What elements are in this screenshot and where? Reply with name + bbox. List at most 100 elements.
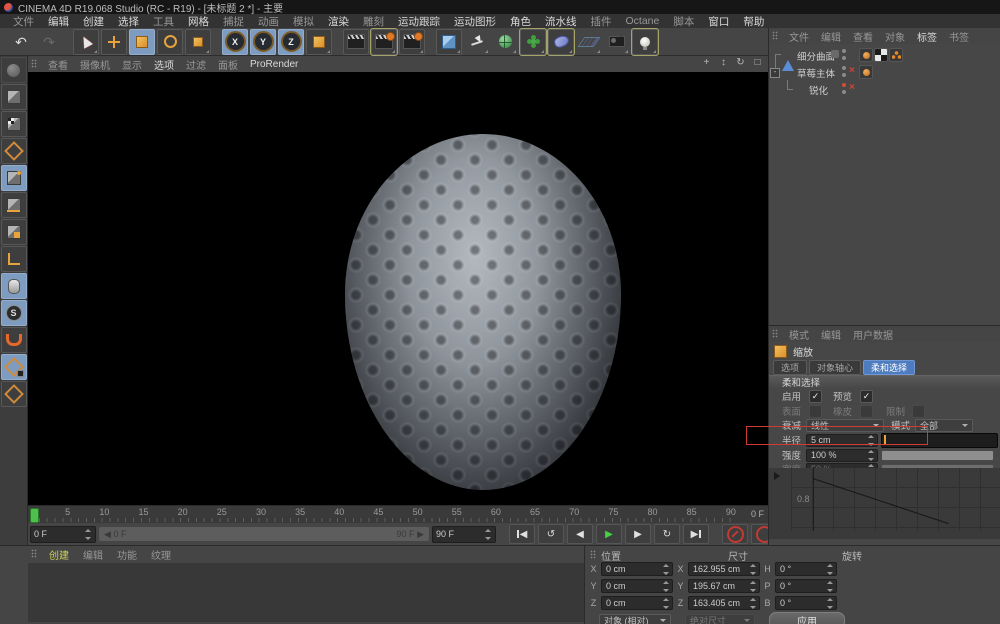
strength-spinner[interactable]: 100 % bbox=[806, 449, 878, 462]
rot-h-input[interactable]: 0 ° bbox=[775, 562, 837, 576]
disabled-cross-icon[interactable]: × bbox=[849, 82, 855, 93]
loop-mode-button[interactable]: ↻ bbox=[654, 524, 680, 544]
om-menu-view[interactable]: 查看 bbox=[847, 29, 879, 44]
menu-help[interactable]: 帮助 bbox=[736, 14, 771, 29]
material-list-area[interactable] bbox=[28, 563, 584, 622]
timeline-ruler[interactable]: 0 5 10 15 20 25 30 35 40 45 50 55 60 65 … bbox=[28, 505, 768, 523]
mat-menu-create[interactable]: 创建 bbox=[42, 547, 76, 562]
menu-pipeline[interactable]: 流水线 bbox=[538, 14, 584, 29]
menu-script[interactable]: 脚本 bbox=[666, 14, 701, 29]
scale-tool-button[interactable] bbox=[129, 29, 155, 55]
modeling-objects-button[interactable] bbox=[520, 29, 546, 55]
next-frame-button[interactable]: ▶ bbox=[625, 524, 651, 544]
soft-selection-section-header[interactable]: 柔和选择 bbox=[769, 375, 1000, 388]
coordinate-mode-dropdown[interactable]: 对象 (相对) bbox=[599, 614, 671, 624]
menu-edit[interactable]: 编辑 bbox=[41, 14, 76, 29]
menu-render[interactable]: 渲染 bbox=[321, 14, 356, 29]
panel-grip-icon[interactable] bbox=[31, 59, 37, 68]
light-button[interactable] bbox=[632, 29, 658, 55]
frame-range-slider[interactable]: ◀ 0 F 90 F ▶ bbox=[99, 527, 429, 541]
record-keyframe-button[interactable] bbox=[722, 524, 748, 544]
size-mode-dropdown[interactable]: 绝对尺寸 bbox=[685, 614, 755, 624]
add-primitive-button[interactable] bbox=[436, 29, 462, 55]
undo-button[interactable]: ↶ bbox=[8, 29, 34, 55]
edges-mode-button[interactable] bbox=[1, 192, 27, 218]
mat-menu-function[interactable]: 功能 bbox=[110, 547, 144, 562]
vp-menu-cameras[interactable]: 摄像机 bbox=[74, 57, 116, 72]
menu-sculpt[interactable]: 雕刻 bbox=[356, 14, 391, 29]
play-button[interactable]: ▶ bbox=[596, 524, 622, 544]
menu-window[interactable]: 窗口 bbox=[701, 14, 736, 29]
am-menu-edit[interactable]: 编辑 bbox=[815, 327, 847, 342]
menu-character[interactable]: 角色 bbox=[503, 14, 538, 29]
texture-tag-icon[interactable] bbox=[874, 48, 888, 62]
radius-spinner[interactable]: 5 cm bbox=[806, 434, 878, 447]
falloff-dropdown[interactable]: 线性 bbox=[806, 419, 884, 432]
mode-dropdown[interactable]: 全部 bbox=[915, 419, 973, 432]
om-menu-tags[interactable]: 标签 bbox=[911, 29, 943, 44]
size-y-input[interactable]: 195.67 cm bbox=[688, 579, 760, 593]
camera-button[interactable] bbox=[604, 29, 630, 55]
mat-menu-edit[interactable]: 编辑 bbox=[76, 547, 110, 562]
rotate-view-icon[interactable]: ↻ bbox=[734, 57, 747, 68]
points-mode-button[interactable] bbox=[1, 165, 27, 191]
viewport-solo-button[interactable] bbox=[1, 273, 27, 299]
menu-octane[interactable]: Octane bbox=[619, 15, 667, 27]
viewport-canvas[interactable] bbox=[28, 72, 768, 505]
vp-menu-prorender[interactable]: ProRender bbox=[244, 59, 304, 70]
panel-grip-icon[interactable] bbox=[31, 549, 37, 558]
enable-checkbox[interactable]: ✓ bbox=[809, 390, 822, 403]
go-to-start-button[interactable]: ◀ bbox=[509, 524, 535, 544]
layer-box[interactable] bbox=[831, 50, 839, 58]
panel-grip-icon[interactable] bbox=[772, 31, 778, 40]
menu-motion-tracker[interactable]: 运动跟踪 bbox=[391, 14, 447, 29]
expand-arrow-icon[interactable] bbox=[774, 472, 784, 480]
pan-view-icon[interactable]: + bbox=[700, 57, 713, 68]
end-frame-spinner[interactable]: 90 F bbox=[432, 526, 496, 543]
visibility-dots[interactable] bbox=[842, 83, 846, 94]
generators-button[interactable] bbox=[492, 29, 518, 55]
strength-slider[interactable] bbox=[881, 450, 994, 461]
collapse-icon[interactable]: - bbox=[770, 68, 780, 78]
lock-y-button[interactable]: Y bbox=[250, 29, 276, 55]
object-name[interactable]: 细分曲面 bbox=[797, 49, 835, 63]
vp-menu-options[interactable]: 选项 bbox=[148, 57, 180, 72]
environment-button[interactable] bbox=[576, 29, 602, 55]
workplane-snap-button[interactable] bbox=[1, 381, 27, 407]
live-selection-button[interactable] bbox=[73, 29, 99, 55]
menu-select[interactable]: 选择 bbox=[111, 14, 146, 29]
menu-plugins[interactable]: 插件 bbox=[584, 14, 619, 29]
falloff-curve-editor[interactable]: 0.8 bbox=[769, 468, 1000, 539]
texture-mode-button[interactable] bbox=[1, 111, 27, 137]
mat-menu-texture[interactable]: 纹理 bbox=[144, 547, 178, 562]
make-editable-button[interactable] bbox=[1, 57, 27, 83]
render-view-button[interactable] bbox=[343, 29, 369, 55]
size-x-input[interactable]: 162.955 cm bbox=[688, 562, 760, 576]
menu-animate[interactable]: 动画 bbox=[251, 14, 286, 29]
spline-pen-button[interactable] bbox=[464, 29, 490, 55]
om-menu-objects[interactable]: 对象 bbox=[879, 29, 911, 44]
lock-workplane-button[interactable] bbox=[1, 354, 27, 380]
vp-menu-panel[interactable]: 面板 bbox=[212, 57, 244, 72]
selection-tag-icon[interactable] bbox=[889, 48, 903, 62]
deformers-button[interactable] bbox=[548, 29, 574, 55]
rubber-checkbox[interactable] bbox=[860, 405, 873, 418]
coordinate-system-button[interactable] bbox=[306, 29, 332, 55]
pos-z-input[interactable]: 0 cm bbox=[601, 596, 673, 610]
om-menu-edit[interactable]: 编辑 bbox=[815, 29, 847, 44]
lock-x-button[interactable]: X bbox=[222, 29, 248, 55]
redo-button[interactable]: ↷ bbox=[36, 29, 62, 55]
radius-text-input[interactable] bbox=[881, 433, 998, 448]
tab-options[interactable]: 选项 bbox=[773, 360, 807, 375]
zoom-view-icon[interactable]: ↕ bbox=[717, 57, 730, 68]
model-mode-button[interactable] bbox=[1, 84, 27, 110]
apply-button[interactable]: 应用 bbox=[769, 612, 845, 624]
visibility-dots[interactable] bbox=[842, 66, 846, 77]
maximize-view-icon[interactable]: □ bbox=[751, 57, 764, 68]
disabled-cross-icon[interactable]: × bbox=[849, 65, 855, 76]
tab-soft-selection[interactable]: 柔和选择 bbox=[863, 360, 915, 375]
timeline-playhead[interactable] bbox=[30, 508, 39, 523]
panel-grip-icon[interactable] bbox=[590, 550, 596, 559]
pos-x-input[interactable]: 0 cm bbox=[601, 562, 673, 576]
am-menu-mode[interactable]: 模式 bbox=[783, 327, 815, 342]
